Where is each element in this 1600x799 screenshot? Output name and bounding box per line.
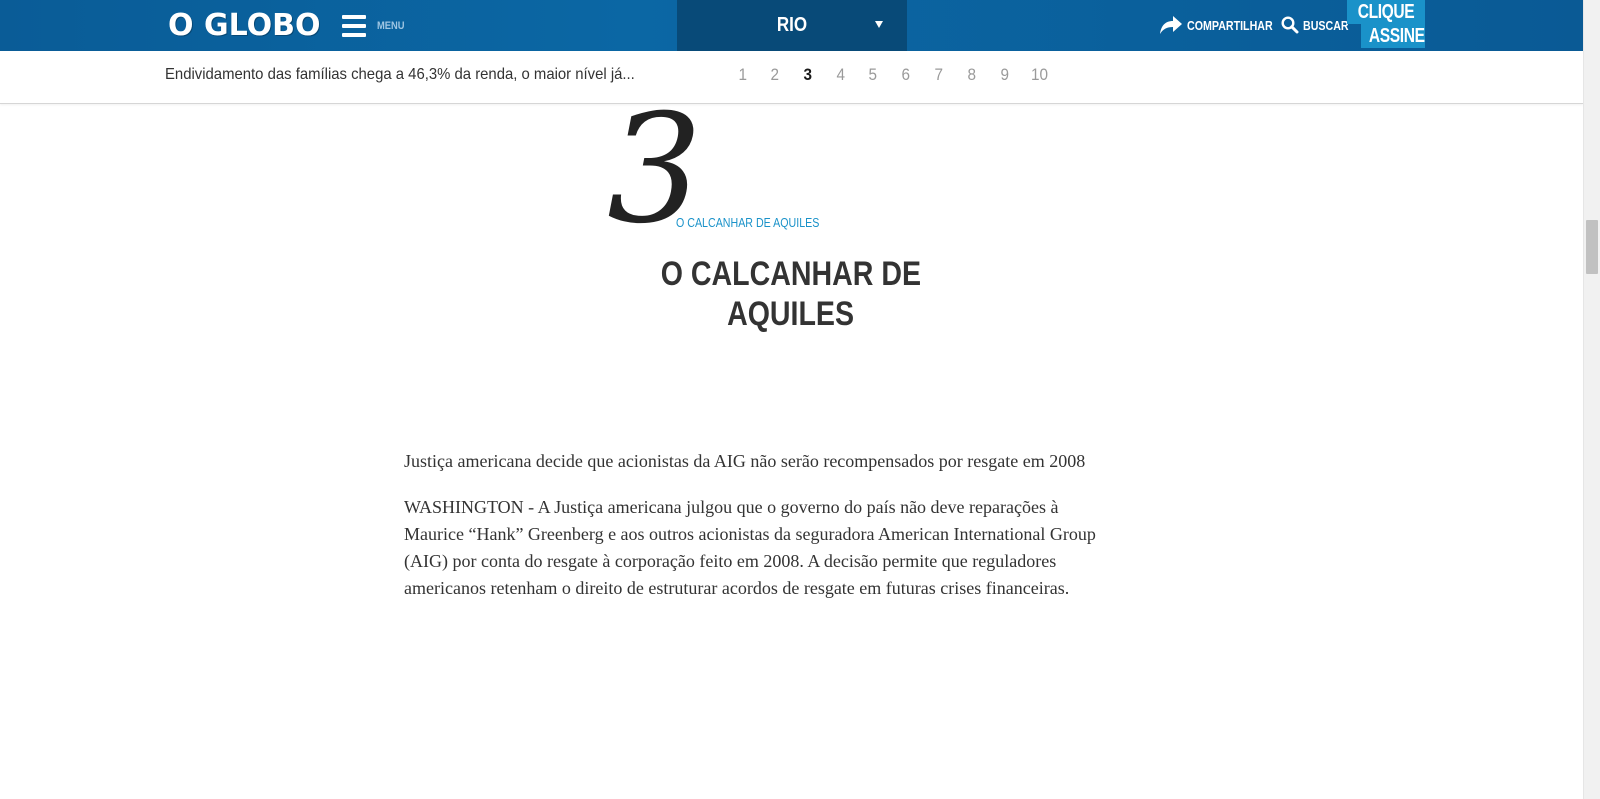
page-link[interactable]: 10 [1031, 65, 1048, 85]
share-arrow-icon [1160, 16, 1182, 34]
site-logo[interactable]: O GLOBO [168, 6, 321, 46]
vertical-scrollbar[interactable] [1583, 0, 1600, 799]
chapter-title-line1: O CALCANHAR DE [660, 255, 922, 293]
article-paragraph: WASHINGTON - A Justiça americana julgou … [404, 497, 1096, 598]
page-link[interactable]: 1 [738, 65, 747, 85]
chapter-kicker: O CALCANHAR DE AQUILES [676, 215, 820, 230]
region-selector[interactable]: RIO [677, 0, 907, 51]
menu-button[interactable]: MENU [342, 12, 409, 40]
search-icon [1281, 16, 1299, 34]
story-navbar: Endividamento das famílias chega a 46,3%… [0, 51, 1583, 104]
menu-label: MENU [377, 20, 405, 32]
share-button[interactable]: COMPARTILHAR [1159, 15, 1291, 35]
article-lead: Justiça americana decide que acionistas … [404, 451, 1086, 471]
scrollbar-thumb[interactable] [1586, 220, 1598, 274]
hamburger-icon [342, 15, 366, 37]
share-label: COMPARTILHAR [1187, 17, 1273, 33]
top-navbar: O GLOBO MENU RIO COMPARTILHAR BUSCAR CLI… [0, 0, 1583, 51]
page-link-active[interactable]: 3 [803, 65, 812, 85]
page: O GLOBO MENU RIO COMPARTILHAR BUSCAR CLI… [0, 0, 1600, 799]
page-link[interactable]: 6 [901, 65, 910, 85]
subscribe-line2: ASSINE [1361, 24, 1425, 48]
story-title-link[interactable]: Endividamento das famílias chega a 46,3%… [165, 66, 686, 84]
search-label: BUSCAR [1303, 17, 1349, 33]
chapter-title: O CALCANHAR DE AQUILES [591, 254, 991, 334]
chapter-title-line2: AQUILES [727, 295, 855, 333]
page-link[interactable]: 4 [836, 65, 845, 85]
caret-down-icon [875, 21, 883, 28]
page-link[interactable]: 7 [934, 65, 943, 85]
subscribe-line1: CLIQUE E [1347, 0, 1425, 47]
region-label: RIO [776, 14, 808, 36]
page-link[interactable]: 2 [770, 65, 779, 85]
subscribe-button[interactable]: CLIQUE E ASSINE [1347, 0, 1425, 48]
page-link[interactable]: 8 [967, 65, 976, 85]
page-link[interactable]: 5 [868, 65, 877, 85]
page-link[interactable]: 9 [1000, 65, 1009, 85]
article-body: Justiça americana decide que acionistas … [404, 448, 1104, 621]
